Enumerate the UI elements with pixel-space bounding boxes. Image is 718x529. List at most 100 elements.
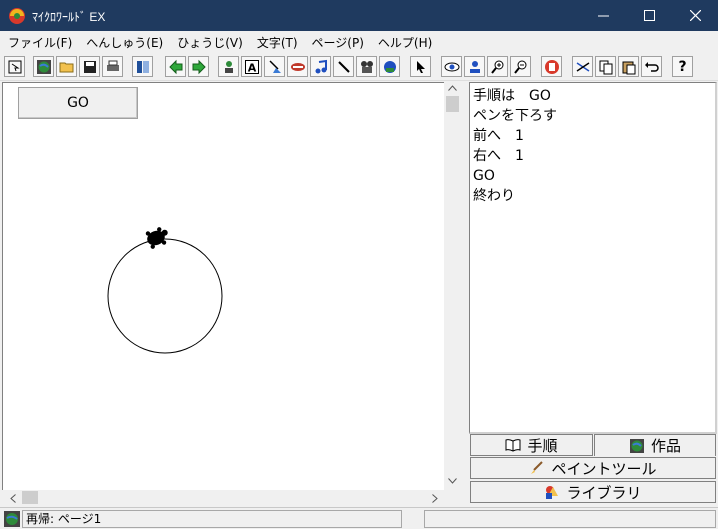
robot-button[interactable] — [379, 56, 400, 77]
forward-arrow-icon — [192, 59, 206, 74]
script-line[interactable]: ペンを下ろす — [473, 106, 557, 126]
stamp-button[interactable] — [287, 56, 308, 77]
pointer-icon — [416, 60, 425, 73]
back-button[interactable] — [165, 56, 186, 77]
scroll-left-button[interactable] — [6, 490, 20, 506]
person-stamp-button[interactable] — [464, 56, 485, 77]
script-line[interactable]: 終わり — [473, 186, 557, 206]
music-note-icon — [315, 59, 327, 73]
music-button[interactable] — [310, 56, 331, 77]
script-editor[interactable]: 手順は GO ペンを下ろす 前へ 1 右へ 1 GO 終わり — [469, 82, 717, 434]
back-arrow-icon — [168, 59, 182, 74]
tab-paint-tools[interactable]: ペイントツール — [470, 457, 716, 479]
stop-button[interactable] — [541, 56, 562, 77]
person-stamp-icon — [469, 60, 480, 73]
tab-works[interactable]: 作品 — [594, 434, 716, 456]
svg-text:A: A — [247, 61, 256, 74]
save-button[interactable] — [79, 56, 100, 77]
chevron-down-icon — [448, 478, 457, 484]
broom-button[interactable] — [264, 56, 285, 77]
script-line[interactable]: GO — [473, 166, 557, 186]
forward-button[interactable] — [188, 56, 209, 77]
tab-works-label: 作品 — [650, 437, 681, 455]
menu-page[interactable]: ページ(P) — [304, 31, 370, 51]
status-text: 再帰: ページ1 — [22, 510, 402, 528]
canvas-vertical-scrollbar[interactable] — [444, 82, 461, 490]
drawn-circle — [107, 238, 223, 354]
pen-button[interactable] — [333, 56, 354, 77]
drawing-area — [107, 225, 223, 354]
script-line[interactable]: 手順は GO — [473, 86, 557, 106]
person-icon — [224, 60, 233, 73]
maximize-icon — [643, 10, 655, 21]
undo-icon — [644, 61, 659, 72]
eye-icon — [444, 62, 459, 71]
toolbar: A ? — [0, 51, 718, 81]
eye-button[interactable] — [441, 56, 462, 77]
copy-icon — [599, 60, 612, 74]
camera-icon — [360, 60, 373, 73]
globe-icon — [629, 438, 644, 453]
open-button[interactable] — [56, 56, 77, 77]
scroll-thumb[interactable] — [446, 96, 459, 112]
page-icon — [136, 60, 149, 73]
close-icon — [689, 10, 701, 21]
page-button[interactable] — [132, 56, 153, 77]
globe-icon — [36, 59, 51, 74]
text-box-icon: A — [244, 59, 259, 74]
text-box-button[interactable]: A — [241, 56, 262, 77]
status-field — [424, 510, 716, 528]
paste-button[interactable] — [618, 56, 639, 77]
tab-paint-label: ペイントツール — [551, 459, 657, 478]
tab-library-label: ライブラリ — [566, 483, 642, 502]
zoom-out-icon — [513, 60, 526, 74]
copy-button[interactable] — [595, 56, 616, 77]
broom-icon — [268, 59, 281, 73]
scissors-icon — [576, 61, 589, 72]
minimize-button[interactable] — [580, 0, 626, 31]
cut-button[interactable] — [572, 56, 593, 77]
minimize-icon — [597, 15, 609, 17]
pointer-button[interactable] — [410, 56, 431, 77]
script-line[interactable]: 前へ 1 — [473, 126, 557, 146]
print-button[interactable] — [102, 56, 123, 77]
zoom-in-button[interactable] — [487, 56, 508, 77]
stop-hand-icon — [544, 59, 559, 74]
scroll-up-button[interactable] — [444, 82, 461, 94]
help-icon: ? — [678, 58, 687, 75]
stamp-icon — [290, 62, 305, 71]
turtle-icon[interactable] — [144, 225, 171, 250]
app-logo-icon — [9, 8, 25, 24]
globe-icon — [4, 511, 20, 527]
close-button[interactable] — [672, 0, 718, 31]
menu-view[interactable]: ひょうじ(V) — [169, 31, 249, 51]
paintbrush-icon — [531, 461, 544, 474]
scroll-down-button[interactable] — [444, 474, 461, 488]
zoom-out-button[interactable] — [510, 56, 531, 77]
globe-button[interactable] — [33, 56, 54, 77]
select-tool-button[interactable] — [4, 56, 25, 77]
scroll-right-button[interactable] — [428, 490, 442, 506]
menu-file[interactable]: ファイル(F) — [0, 31, 78, 51]
menu-help[interactable]: ヘルプ(H) — [370, 31, 438, 51]
scroll-thumb[interactable] — [22, 491, 38, 504]
shapes-icon — [546, 486, 559, 499]
go-button[interactable]: GO — [18, 87, 138, 119]
print-icon — [106, 60, 119, 71]
person-button[interactable] — [218, 56, 239, 77]
chevron-right-icon — [432, 493, 438, 503]
menu-edit[interactable]: へんしゅう(E) — [78, 31, 169, 51]
book-icon — [505, 439, 521, 452]
camera-button[interactable] — [356, 56, 377, 77]
canvas-horizontal-scrollbar[interactable] — [2, 490, 444, 506]
robot-icon — [383, 60, 396, 73]
drawing-canvas[interactable]: GO — [2, 82, 444, 490]
tab-library[interactable]: ライブラリ — [470, 481, 716, 503]
help-button[interactable]: ? — [672, 56, 693, 77]
script-line[interactable]: 右へ 1 — [473, 146, 557, 166]
chevron-up-icon — [448, 85, 457, 91]
maximize-button[interactable] — [626, 0, 672, 31]
undo-button[interactable] — [641, 56, 662, 77]
menu-text[interactable]: 文字(T) — [249, 31, 304, 51]
tab-steps[interactable]: 手順 — [470, 434, 593, 456]
